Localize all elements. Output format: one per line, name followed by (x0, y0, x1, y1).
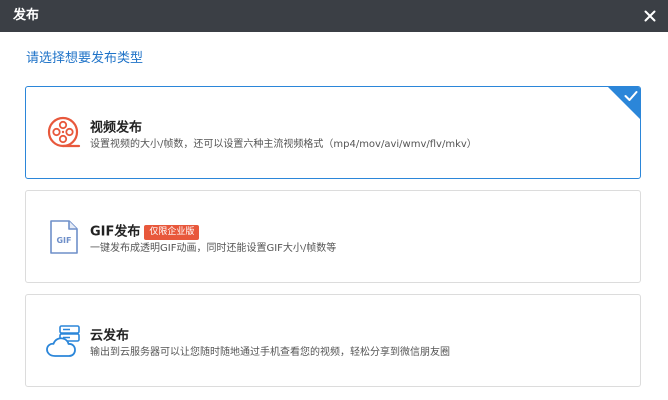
checkmark-icon (624, 91, 638, 101)
option-title: 云发布 (90, 328, 130, 344)
enterprise-badge: 仅限企业版 (144, 225, 200, 240)
option-description: 一键发布成透明GIF动画，同时还能设置GIF大小/帧数等 (90, 243, 337, 254)
option-description: 输出到云服务器可以让您随时随地通过手机查看您的视频，轻松分享到微信朋友圈 (90, 347, 450, 358)
option-video-publish[interactable]: 视频发布 设置视频的大小/帧数，还可以设置六种主流视频格式（mp4/mov/av… (25, 86, 641, 179)
option-title: GIF发布 (90, 224, 141, 240)
close-icon[interactable] (642, 8, 658, 24)
film-reel-icon (47, 116, 81, 148)
gif-icon-label: GIF (56, 236, 71, 245)
window-title: 发布 (13, 8, 40, 23)
cloud-server-icon (46, 325, 80, 357)
option-gif-publish[interactable]: GIF GIF发布 仅限企业版 一键发布成透明GIF动画，同时还能设置GIF大小/… (25, 190, 641, 283)
option-description: 设置视频的大小/帧数，还可以设置六种主流视频格式（mp4/mov/avi/wmv… (90, 139, 477, 150)
page-subtitle: 请选择想要发布类型 (26, 51, 144, 66)
option-title: 视频发布 (90, 120, 143, 136)
title-bar: 发布 (0, 0, 668, 32)
gif-file-icon: GIF (50, 220, 78, 254)
option-cloud-publish[interactable]: 云发布 输出到云服务器可以让您随时随地通过手机查看您的视频，轻松分享到微信朋友圈 (25, 294, 641, 387)
